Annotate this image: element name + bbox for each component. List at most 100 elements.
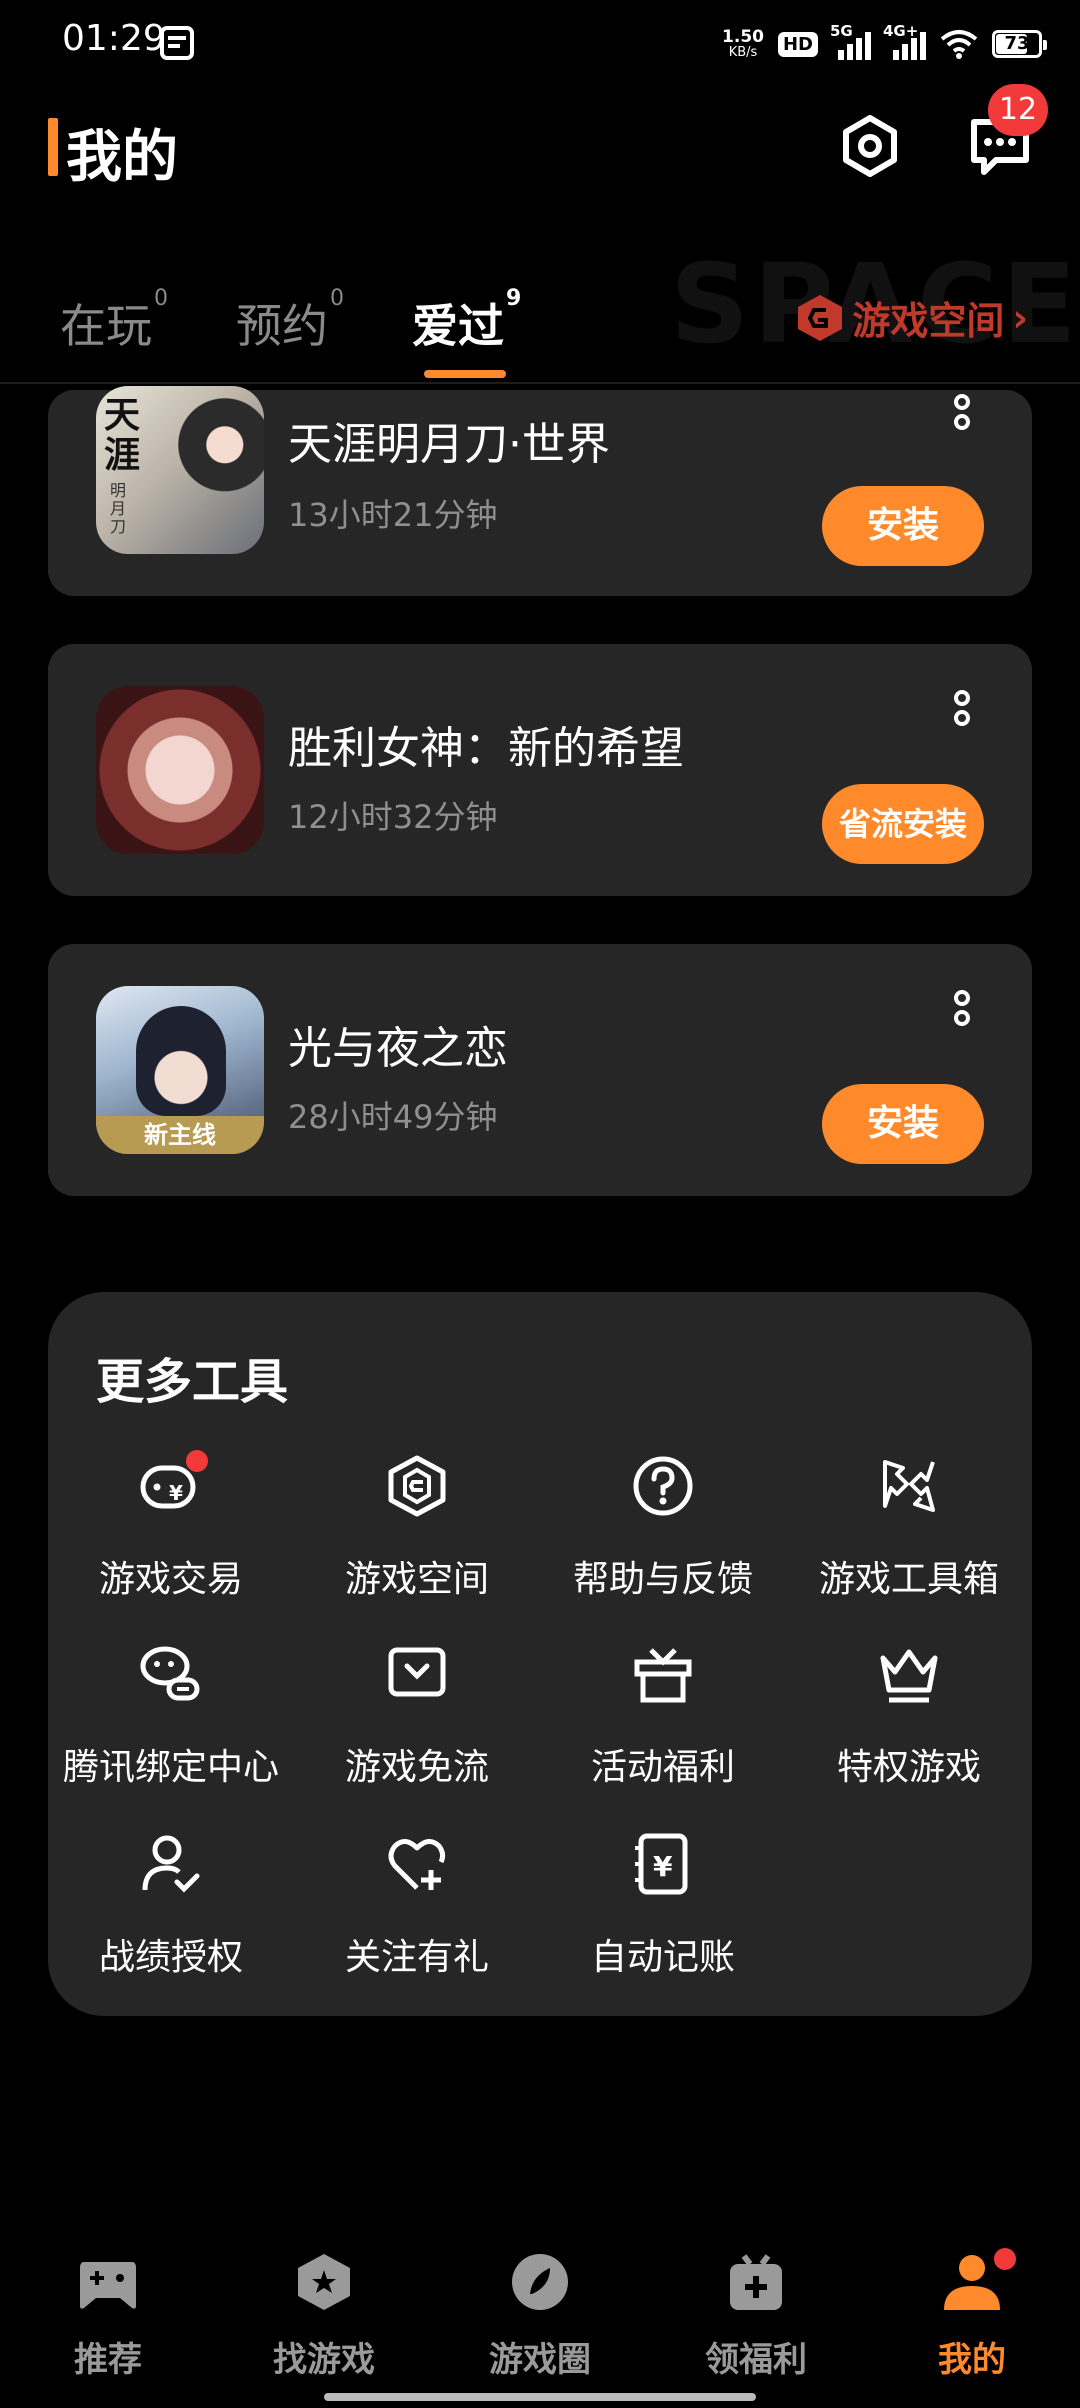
more-options-icon[interactable] [952, 690, 972, 734]
tool-help-feedback[interactable]: 帮助与反馈 [540, 1454, 786, 1614]
tool-game-toolbox[interactable]: 游戏工具箱 [786, 1454, 1032, 1614]
tool-label: 活动福利 [590, 1747, 735, 1788]
nav-game-circle[interactable]: 游戏圈 [432, 2252, 648, 2392]
svg-text:¥: ¥ [653, 1850, 673, 1883]
nav-recommend[interactable]: 推荐 [0, 2252, 216, 2392]
battery-level: 73 [1004, 33, 1030, 54]
message-badge: 12 [988, 84, 1048, 136]
install-button[interactable]: 安装 [822, 1084, 984, 1164]
tool-data-free[interactable]: 游戏免流 [294, 1642, 540, 1802]
tool-auto-ledger[interactable]: ¥ 自动记账 [540, 1832, 786, 1992]
signal-4g-icon: 4G+ [883, 22, 926, 60]
game-icon-nikke [96, 686, 264, 854]
game-name: 光与夜之恋 [288, 1023, 508, 1074]
gamepad-icon [80, 2262, 136, 2309]
game-icon-banner: 新主线 [96, 1116, 264, 1154]
svg-text:¥: ¥ [169, 1481, 183, 1505]
game-icon-subtext: 明月刀 [110, 481, 127, 536]
tool-label: 游戏工具箱 [818, 1559, 999, 1600]
leaf-icon [512, 2254, 568, 2310]
wechat-bind-icon [140, 1646, 200, 1701]
nav-label: 找游戏 [273, 2340, 375, 2380]
nav-find-games[interactable]: 找游戏 [216, 2252, 432, 2392]
heart-plus-icon [388, 1839, 446, 1890]
tab-indicator [424, 370, 506, 378]
signal-4g-label: 4G+ [883, 22, 919, 40]
game-card[interactable]: 胜利女神：新的希望 12小时32分钟 省流安装 [48, 644, 1032, 896]
sim-card-icon [160, 26, 194, 60]
wifi-icon [940, 30, 978, 59]
status-indicators: 1.50 KB/s HD 5G 4G+ 73 [722, 22, 1047, 66]
game-card[interactable]: 新主线 光与夜之恋 28小时49分钟 安装 [48, 944, 1032, 1196]
game-space-link-label: 游戏空间 [852, 299, 1005, 343]
battery-icon: 73 [992, 30, 1047, 58]
tool-tencent-bind[interactable]: 腾讯绑定中心 [48, 1642, 294, 1802]
nav-label: 推荐 [74, 2340, 142, 2380]
more-tools-card: 更多工具 ¥ 游戏交易 游戏空间 帮助与反馈 游戏工具箱 腾讯绑定中心 游戏免流… [48, 1292, 1032, 2016]
tab-loved[interactable]: 爱过9 [412, 286, 521, 356]
star-hex-icon [298, 2254, 350, 2310]
help-icon [633, 1456, 693, 1516]
page-title: 我的 [66, 125, 178, 190]
tool-label: 游戏交易 [98, 1559, 243, 1600]
tool-label: 关注有礼 [344, 1937, 489, 1978]
more-tools-title: 更多工具 [96, 1354, 289, 1410]
tab-reserved[interactable]: 预约0 [236, 286, 344, 356]
bottom-nav: 推荐 找游戏 游戏圈 领福利 我的 [0, 2220, 1080, 2408]
net-speed-value: 1.50 [722, 27, 764, 47]
header: 我的 [0, 100, 1080, 200]
game-name: 胜利女神：新的希望 [288, 723, 684, 774]
net-speed-unit: KB/s [728, 45, 758, 60]
tool-red-dot [186, 1450, 208, 1472]
profile-icon [944, 2255, 1000, 2310]
tool-label: 战绩授权 [98, 1937, 243, 1978]
tool-label: 帮助与反馈 [572, 1559, 753, 1600]
home-indicator[interactable] [324, 2393, 756, 2401]
tool-record-auth[interactable]: 战绩授权 [48, 1832, 294, 1992]
tool-follow-gift[interactable]: 关注有礼 [294, 1832, 540, 1992]
game-play-time: 13小时21分钟 [288, 496, 498, 534]
hd-icon: HD [777, 31, 818, 57]
space-icon [388, 1455, 446, 1517]
data-saving-install-button[interactable]: 省流安装 [822, 784, 984, 864]
game-icon-light-night: 新主线 [96, 986, 264, 1154]
nav-profile[interactable]: 我的 [864, 2248, 1080, 2392]
data-free-icon [388, 1647, 446, 1697]
tool-label: 自动记账 [590, 1937, 735, 1978]
settings-icon[interactable] [838, 114, 902, 178]
title-accent-bar [48, 118, 58, 176]
game-space-link[interactable]: 游戏空间 › [796, 290, 1028, 345]
game-card[interactable]: 天涯 明月刀 天涯明月刀·世界 13小时21分钟 安装 [48, 386, 1032, 596]
nav-label: 领福利 [705, 2340, 807, 2380]
tool-label: 游戏空间 [344, 1559, 489, 1600]
tab-playing[interactable]: 在玩0 [60, 286, 168, 356]
tool-game-trade[interactable]: ¥ 游戏交易 [48, 1450, 294, 1614]
game-icon-text: 天涯 [104, 395, 141, 476]
signal-5g-label: 5G [830, 22, 853, 40]
tool-privilege-games[interactable]: 特权游戏 [786, 1642, 1032, 1802]
tabs: 在玩0 预约0 爱过9 游戏空间 › [0, 280, 1080, 384]
tool-game-space[interactable]: 游戏空间 [294, 1454, 540, 1614]
game-space-logo-icon [798, 294, 843, 341]
toolbox-icon [883, 1460, 935, 1512]
tool-label: 游戏免流 [344, 1747, 489, 1788]
signal-5g-icon: 5G [830, 22, 871, 60]
tool-event-benefits[interactable]: 活动福利 [540, 1642, 786, 1802]
status-time: 01:29 [62, 18, 166, 59]
nav-benefits[interactable]: 领福利 [648, 2252, 864, 2392]
more-options-icon[interactable] [952, 394, 972, 438]
nav-label: 游戏圈 [489, 2340, 591, 2380]
user-check-icon [142, 1835, 200, 1893]
gift-box-icon [730, 2254, 782, 2310]
ledger-icon: ¥ [635, 1833, 688, 1895]
game-play-time: 28小时49分钟 [288, 1098, 498, 1136]
tool-label: 腾讯绑定中心 [62, 1747, 279, 1788]
status-bar: 01:29 1.50 KB/s HD 5G 4G+ 73 [0, 0, 1080, 90]
crown-icon [880, 1649, 938, 1703]
install-button[interactable]: 安装 [822, 486, 984, 566]
gift-icon [634, 1648, 692, 1703]
more-options-icon[interactable] [952, 990, 972, 1034]
nav-red-dot [994, 2248, 1016, 2270]
game-name: 天涯明月刀·世界 [288, 419, 610, 470]
tool-label: 特权游戏 [836, 1747, 981, 1788]
